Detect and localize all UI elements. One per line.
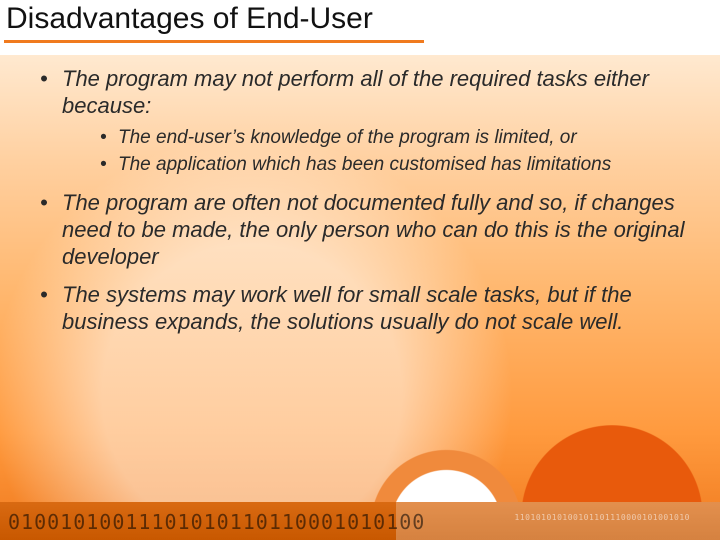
slide: 01001010011101010110110001010100 1101010… [0, 0, 720, 540]
list-item: The program are often not documented ful… [36, 190, 696, 270]
list-item: The program may not perform all of the r… [36, 66, 696, 176]
list-item: The systems may work well for small scal… [36, 282, 696, 336]
list-item: The end-user’s knowledge of the program … [96, 126, 696, 149]
slide-body: The program may not perform all of the r… [36, 66, 696, 348]
title-underline [4, 40, 424, 43]
sub-list: The end-user’s knowledge of the program … [96, 126, 696, 176]
bullet-text: The program may not perform all of the r… [62, 66, 649, 118]
list-item: The application which has been customise… [96, 153, 696, 176]
binary-decoration: 01001010011101010110110001010100 [8, 510, 425, 534]
binary-decoration-small: 110101010100101101110000101001010 [515, 513, 690, 522]
bullet-list: The program may not perform all of the r… [36, 66, 696, 336]
slide-title: Disadvantages of End-User [6, 2, 710, 38]
footer-strip: 01001010011101010110110001010100 1101010… [0, 502, 720, 540]
